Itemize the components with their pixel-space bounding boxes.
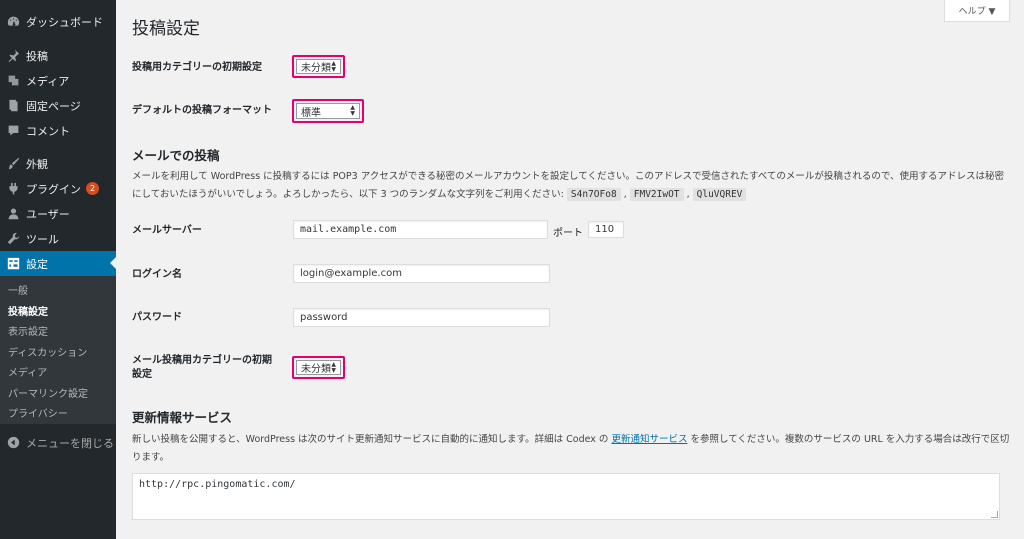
- submenu-media[interactable]: メディア: [0, 364, 116, 385]
- brush-icon: [0, 157, 26, 170]
- collapse-arrow-icon: [0, 436, 26, 449]
- label-line: メール投稿用カテゴリーの初期: [132, 355, 272, 366]
- menu-media[interactable]: メディア: [0, 68, 116, 93]
- password-label: パスワード: [132, 312, 182, 323]
- menu-label: ツール: [26, 232, 59, 246]
- default-format-select[interactable]: 標準 ▲ ▼: [296, 103, 360, 119]
- menu-label: コメント: [26, 124, 70, 138]
- menu-settings[interactable]: 設定: [0, 251, 116, 276]
- submenu-reading[interactable]: 表示設定: [0, 323, 116, 344]
- page-title: 投稿設定: [132, 19, 200, 39]
- page-icon: [0, 99, 26, 112]
- ping-sites-textarea[interactable]: http://rpc.pingomatic.com/: [132, 473, 1000, 520]
- select-arrows-icon: ▲ ▼: [331, 360, 336, 374]
- select-arrows-icon: ▲ ▼: [331, 59, 336, 73]
- menu-users[interactable]: ユーザー: [0, 201, 116, 226]
- description-text: にしておいたほうがいいでしょう。よろしかったら、以下 3 つのランダムな文字列を…: [132, 189, 564, 200]
- default-category-select[interactable]: 未分類 ▲ ▼: [296, 59, 341, 74]
- menu-label: ダッシュボード: [26, 15, 103, 29]
- submenu-permalink[interactable]: パーマリンク設定: [0, 385, 116, 406]
- menu-label: プラグイン: [26, 182, 81, 196]
- random-string: QluVQREV: [692, 188, 747, 201]
- comment-icon: [0, 124, 26, 137]
- port-input[interactable]: 110: [588, 221, 624, 238]
- menu-label: 外観: [26, 157, 48, 171]
- email-category-select[interactable]: 未分類 ▲ ▼: [296, 360, 341, 375]
- menu-label: 投稿: [26, 49, 48, 63]
- menu-plugins[interactable]: プラグイン 2: [0, 176, 116, 201]
- default-category-label: 投稿用カテゴリーの初期設定: [132, 62, 262, 73]
- plugin-icon: [0, 182, 26, 195]
- password-input[interactable]: password: [293, 308, 550, 327]
- random-string: S4n7OFo8: [566, 188, 621, 201]
- mail-server-input[interactable]: mail.example.com: [293, 220, 548, 239]
- select-arrows-icon: ▲ ▼: [350, 104, 355, 117]
- post-via-email-description: メールを利用して WordPress に投稿するには POP3 アクセスができる…: [132, 168, 1012, 204]
- menu-posts[interactable]: 投稿: [0, 43, 116, 68]
- login-name-input[interactable]: login@example.com: [293, 264, 550, 283]
- description-line: ります。: [132, 452, 170, 463]
- description-line: にしておいたほうがいいでしょう。よろしかったら、以下 3 つのランダムな文字列を…: [132, 186, 1012, 204]
- mail-server-label: メールサーバー: [132, 225, 202, 236]
- update-services-description: 新しい投稿を公開すると、WordPress は次のサイト更新通知サービスに自動的…: [132, 431, 1012, 467]
- port-label: ポート: [553, 228, 583, 239]
- separator: ,: [686, 189, 690, 200]
- separator: ,: [623, 189, 627, 200]
- menu-tools[interactable]: ツール: [0, 226, 116, 251]
- submenu-writing[interactable]: 投稿設定: [0, 303, 116, 324]
- menu-pages[interactable]: 固定ページ: [0, 93, 116, 118]
- select-value: 標準: [301, 107, 321, 119]
- menu-label: 固定ページ: [26, 99, 81, 113]
- description-line: 新しい投稿を公開すると、WordPress は次のサイト更新通知サービスに自動的…: [132, 431, 1012, 449]
- submenu-privacy[interactable]: プライバシー: [0, 405, 116, 426]
- update-count-badge: 2: [86, 182, 99, 195]
- update-services-heading: 更新情報サービス: [132, 410, 233, 425]
- menu-dashboard[interactable]: ダッシュボード: [0, 9, 116, 34]
- submenu-discussion[interactable]: ディスカッション: [0, 344, 116, 365]
- help-tab-button[interactable]: ヘルプ ▼: [944, 0, 1010, 22]
- settings-icon: [0, 257, 26, 270]
- description-text: 新しい投稿を公開すると、WordPress は次のサイト更新通知サービスに自動的…: [132, 434, 612, 445]
- submenu-general[interactable]: 一般: [0, 282, 116, 303]
- admin-sidebar: ダッシュボード 投稿 メディア 固定ページ コメント 外観 プラグイン 2 ユー…: [0, 0, 116, 539]
- default-format-label: デフォルトの投稿フォーマット: [132, 105, 272, 116]
- resize-grip-icon[interactable]: [991, 511, 998, 518]
- description-text: を参照してください。複数のサービスの URL を入力する場合は改行で区切: [687, 434, 1010, 445]
- menu-label: メニューを閉じる: [26, 436, 114, 450]
- login-name-label: ログイン名: [132, 269, 182, 280]
- description-line: メールを利用して WordPress に投稿するには POP3 アクセスができる…: [132, 171, 1005, 182]
- pin-icon: [0, 49, 26, 62]
- main-content: ヘルプ ▼ 投稿設定 投稿用カテゴリーの初期設定 未分類 ▲ ▼ デフォルトの投稿…: [116, 0, 1024, 539]
- label-line: 設定: [132, 369, 152, 380]
- dashboard-icon: [0, 15, 26, 28]
- menu-label: ユーザー: [26, 207, 70, 221]
- menu-comments[interactable]: コメント: [0, 118, 116, 143]
- wrench-icon: [0, 232, 26, 245]
- select-value: 未分類: [301, 63, 331, 74]
- user-icon: [0, 207, 26, 220]
- random-string: FMV2IwOT: [629, 188, 684, 201]
- update-services-link[interactable]: 更新通知サービス: [611, 434, 687, 445]
- email-category-label: メール投稿用カテゴリーの初期 設定: [132, 354, 272, 382]
- menu-appearance[interactable]: 外観: [0, 151, 116, 176]
- settings-submenu: 一般 投稿設定 表示設定 ディスカッション メディア パーマリンク設定 プライバ…: [0, 276, 116, 424]
- menu-label: メディア: [26, 74, 70, 88]
- post-via-email-heading: メールでの投稿: [132, 148, 220, 163]
- collapse-menu-button[interactable]: メニューを閉じる: [0, 430, 116, 455]
- media-icon: [0, 74, 26, 87]
- menu-label: 設定: [26, 257, 48, 271]
- select-value: 未分類: [301, 364, 331, 375]
